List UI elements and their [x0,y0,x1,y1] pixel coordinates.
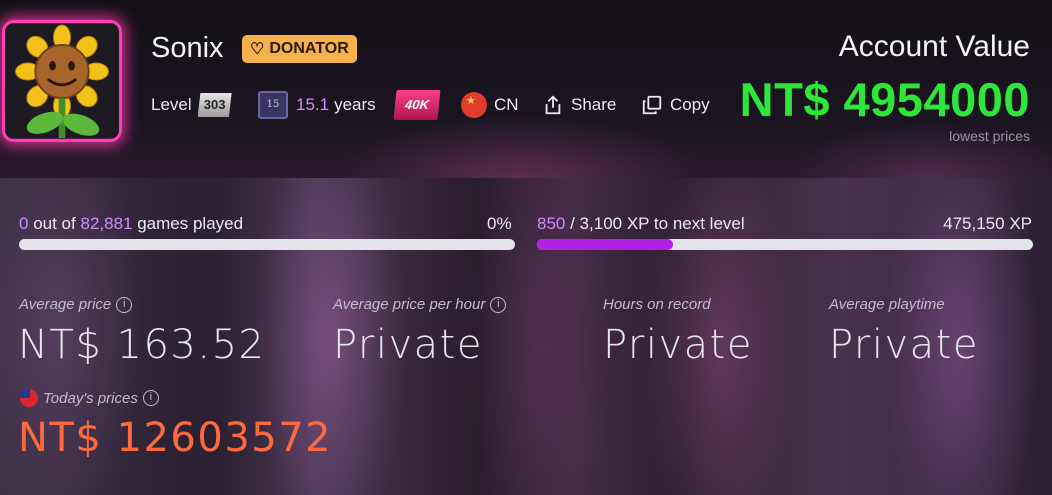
today-prices-label: Today's prices [43,389,138,407]
xp-text: 850 / 3,100 XP to next level [537,214,745,234]
today-prices-label-wrap: Today's prices i [20,389,159,407]
avg-playtime-label: Average playtime [829,296,945,313]
avg-playtime-value: Private [829,322,979,368]
xp-total: 475,150 XP [943,214,1032,233]
games-progress-bar [19,239,515,250]
badge-40k-wrap: 40K [393,90,441,120]
xp-progress-bar [537,239,1033,250]
sunflower-avatar-icon [5,24,119,138]
games-total: 82,881 [80,214,133,233]
copy-icon [642,95,662,115]
copy-button[interactable]: Copy [641,90,710,120]
share-label: Share [571,95,617,114]
avg-price-label: Average price [19,296,112,313]
avg-price-value: NT$ 163.52 [18,322,266,368]
avg-price-hour-label: Average price per hour [333,296,486,313]
games-out-of: out of [33,214,76,233]
hours-label: Hours on record [603,296,711,313]
xp-progress-fill [537,239,673,250]
taiwan-flag-icon [20,389,38,407]
level-badge: 303 [197,93,232,117]
hours-value: Private [603,322,753,368]
profile-name: Sonix [151,32,224,64]
avatar[interactable] [2,20,122,142]
share-button[interactable]: Share [542,90,616,120]
country-info: CN [461,90,519,120]
hours-label-wrap: Hours on record [603,296,711,313]
games-percent: 0% [487,214,512,233]
account-value-note: lowest prices [949,128,1030,144]
years-service-icon: 15 [258,91,288,119]
info-icon[interactable]: i [142,390,159,406]
level-info: Level 303 [151,90,232,120]
games-played-count: 0 [19,214,29,233]
avg-playtime-label-wrap: Average playtime [829,296,945,313]
level-label: Level [151,95,192,114]
games-played-text: 0 out of 82,881 games played [19,214,243,234]
heart-icon: ♡ [250,41,265,58]
games-suffix: games played [137,214,244,233]
account-value-title: Account Value [838,30,1030,63]
years-value: 15.1 [296,95,330,114]
badge-40k-icon: 40K [393,90,441,120]
xp-rest: / 3,100 XP to next level [570,214,745,233]
donator-badge[interactable]: ♡ DONATOR [242,35,357,63]
avg-price-label-wrap: Average price i [19,296,133,313]
years-info: 15 15.1 years [258,90,376,120]
info-icon[interactable]: i [490,296,507,313]
avg-price-hour-label-wrap: Average price per hour i [333,296,507,313]
share-icon [545,95,561,115]
country-code: CN [494,95,519,114]
china-flag-icon [461,92,487,118]
xp-current: 850 [537,214,566,233]
years-suffix: years [334,95,376,114]
today-prices-value: NT$ 12603572 [18,415,333,461]
copy-label: Copy [670,95,710,114]
avg-price-hour-value: Private [333,322,483,368]
donator-label: DONATOR [269,40,349,57]
account-value-amount: NT$ 4954000 [739,73,1030,126]
info-icon[interactable]: i [116,296,133,313]
